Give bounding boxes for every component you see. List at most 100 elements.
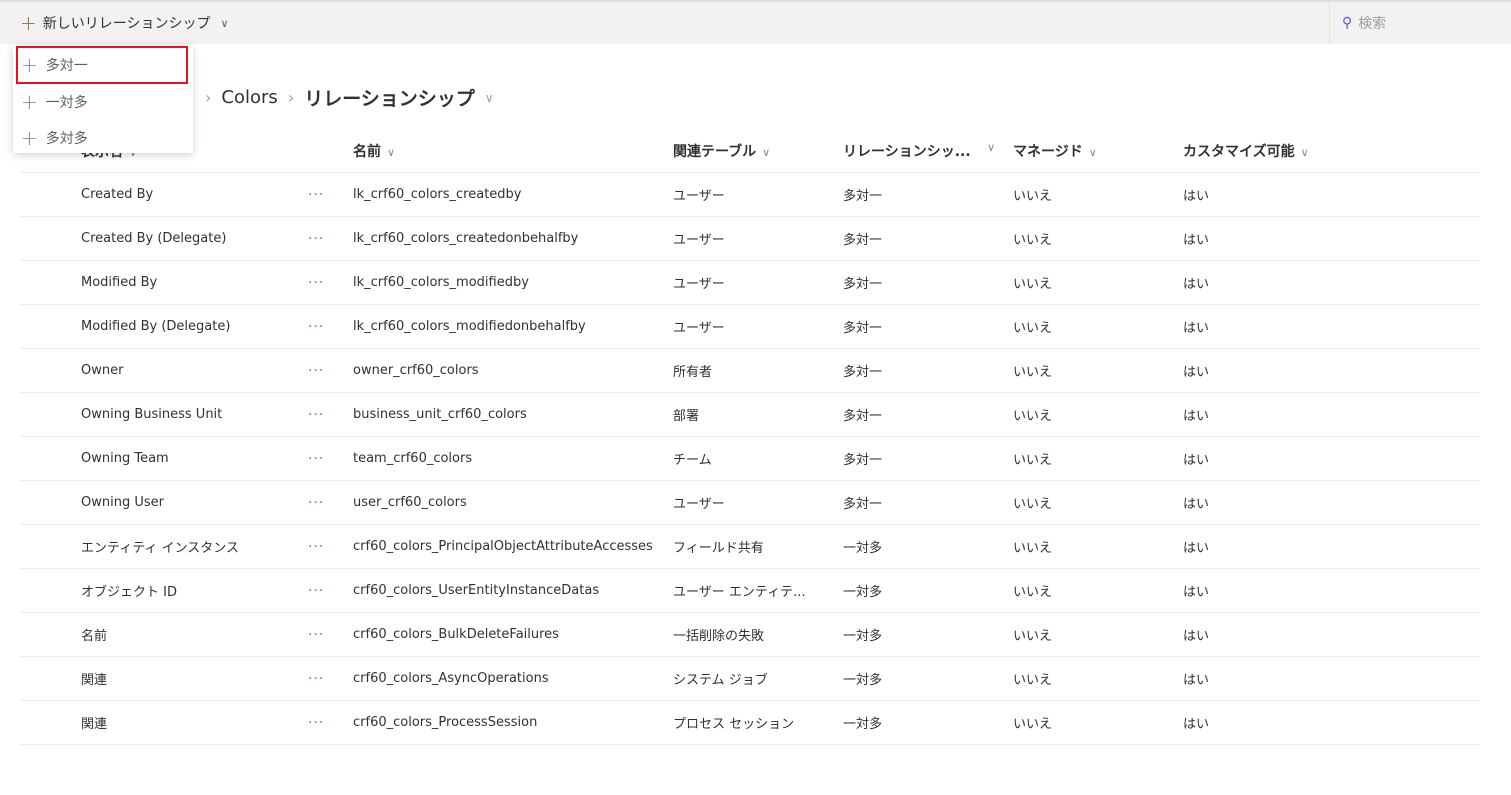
chevron-down-icon: ∨ <box>762 146 771 159</box>
cell-customizable: はい <box>1183 189 1210 204</box>
menu-item-many-to-many[interactable]: + 多対多 <box>13 120 193 156</box>
chevron-down-icon: ∨ <box>1088 146 1097 159</box>
search-box[interactable]: ⚲ 検索 <box>1329 2 1511 44</box>
search-icon: ⚲ <box>1342 15 1353 31</box>
cell-name: lk_crf60_colors_createdonbehalfby <box>353 231 579 246</box>
more-options-icon[interactable]: ··· <box>308 671 324 687</box>
table-header: 表示名∨名前∨関連テーブル∨リレーションシッ...∨マネージド∨カスタマイズ可能… <box>20 130 1480 173</box>
cell-relationship-type: 一対多 <box>843 673 883 688</box>
cell-display-name[interactable]: Owning Team <box>81 451 169 466</box>
cell-managed: いいえ <box>1013 453 1053 468</box>
page-title: リレーションシップ <box>304 88 475 110</box>
more-options-icon[interactable]: ··· <box>308 715 324 731</box>
menu-item-one-to-many[interactable]: + 一対多 <box>13 84 193 120</box>
cell-customizable: はい <box>1183 541 1210 556</box>
table-row[interactable]: エンティティ インスタンス ··· crf60_colors_PrincipalOb… <box>20 525 1480 569</box>
cell-display-name[interactable]: Owning User <box>81 495 164 510</box>
table-row[interactable]: 関連 ··· crf60_colors_AsyncOperations システム ジョ… <box>20 657 1480 701</box>
table-row[interactable]: Owning User ··· user_crf60_colors ユーザー 多対一 いい… <box>20 481 1480 525</box>
cell-display-name[interactable]: Modified By <box>81 275 157 290</box>
cell-customizable: はい <box>1183 233 1210 248</box>
column-header-label: 名前 <box>353 144 381 160</box>
more-options-icon[interactable]: ··· <box>308 363 324 379</box>
cell-customizable: はい <box>1183 673 1210 688</box>
cell-display-name[interactable]: Owner <box>81 363 123 378</box>
cell-customizable: はい <box>1183 453 1210 468</box>
table-row[interactable]: オブジェクト ID ··· crf60_colors_UserEntityInsta… <box>20 569 1480 613</box>
more-options-icon[interactable]: ··· <box>308 583 324 599</box>
cell-display-name[interactable]: エンティティ インスタンス <box>81 537 239 556</box>
cell-related-table: プロセス セッション <box>673 717 795 732</box>
more-options-icon[interactable]: ··· <box>308 627 324 643</box>
table-row[interactable]: Modified By ··· lk_crf60_colors_modifiedby… <box>20 261 1480 305</box>
table-row[interactable]: 名前 ··· crf60_colors_BulkDeleteFailures 一括削除… <box>20 613 1480 657</box>
cell-relationship-type: 一対多 <box>843 585 883 600</box>
more-options-icon[interactable]: ··· <box>308 275 324 291</box>
column-header-label: カスタマイズ可能 <box>1183 144 1295 160</box>
search-input[interactable]: 検索 <box>1358 13 1386 33</box>
more-options-icon[interactable]: ··· <box>308 407 324 423</box>
chevron-down-icon[interactable]: ∨ <box>485 91 494 105</box>
cell-name: crf60_colors_UserEntityInstanceDatas <box>353 583 600 598</box>
cell-related-table: 部署 <box>673 409 700 424</box>
more-options-icon[interactable]: ··· <box>308 451 324 467</box>
cell-display-name[interactable]: 名前 <box>81 625 107 644</box>
cell-name: lk_crf60_colors_modifiedby <box>353 275 529 290</box>
table-row[interactable]: Modified By (Delegate) ··· lk_crf60_colors… <box>20 305 1480 349</box>
cell-display-name[interactable]: Created By <box>81 187 153 202</box>
cell-managed: いいえ <box>1013 409 1053 424</box>
column-header-label: リレーションシッ... <box>843 144 971 160</box>
cell-managed: いいえ <box>1013 541 1053 556</box>
table-row[interactable]: Created By (Delegate) ··· lk_crf60_colors_… <box>20 217 1480 261</box>
cell-customizable: はい <box>1183 585 1210 600</box>
cell-relationship-type: 多対一 <box>843 321 883 336</box>
table-row[interactable]: Owning Team ··· team_crf60_colors チーム 多対一 いいえ… <box>20 437 1480 481</box>
menu-item-label: 多対一 <box>45 58 88 74</box>
column-header-managed[interactable]: マネージド ∨ <box>1013 141 1097 161</box>
cell-managed: いいえ <box>1013 233 1053 248</box>
cell-customizable: はい <box>1183 409 1210 424</box>
cell-customizable: はい <box>1183 277 1210 292</box>
cell-name: crf60_colors_ProcessSession <box>353 715 538 730</box>
cell-relationship-type: 多対一 <box>843 497 883 512</box>
new-relationship-button[interactable]: + 新しいリレーションシップ ∨ <box>20 2 229 44</box>
cell-relationship-type: 一対多 <box>843 629 883 644</box>
cell-display-name[interactable]: Created By (Delegate) <box>81 231 226 246</box>
column-header-relationship-type[interactable]: リレーションシッ... ∨ <box>843 141 1003 161</box>
table-row[interactable]: Created By ··· lk_crf60_colors_createdby ユー… <box>20 173 1480 217</box>
cell-related-table: 所有者 <box>673 365 713 380</box>
table-row[interactable]: 関連 ··· crf60_colors_ProcessSession プロセス セッシ… <box>20 701 1480 745</box>
column-header-related-table[interactable]: 関連テーブル ∨ <box>673 141 770 161</box>
cell-relationship-type: 多対一 <box>843 453 883 468</box>
more-options-icon[interactable]: ··· <box>308 319 324 335</box>
column-header-customizable[interactable]: カスタマイズ可能 ∨ <box>1183 141 1309 161</box>
chevron-right-icon: › <box>205 88 212 107</box>
cell-display-name[interactable]: オブジェクト ID <box>81 581 177 600</box>
more-options-icon[interactable]: ··· <box>308 495 324 511</box>
cell-relationship-type: 多対一 <box>843 189 883 204</box>
cell-managed: いいえ <box>1013 365 1053 380</box>
new-relationship-label: 新しいリレーションシップ <box>42 16 211 32</box>
cell-display-name[interactable]: Modified By (Delegate) <box>81 319 230 334</box>
more-options-icon[interactable]: ··· <box>308 187 324 203</box>
column-header-name[interactable]: 名前 ∨ <box>353 141 395 161</box>
cell-managed: いいえ <box>1013 629 1053 644</box>
cell-display-name[interactable]: 関連 <box>81 713 107 732</box>
cell-relationship-type: 一対多 <box>843 717 883 732</box>
more-options-icon[interactable]: ··· <box>308 231 324 247</box>
table-row[interactable]: Owner ··· owner_crf60_colors 所有者 多対一 いいえ はい <box>20 349 1480 393</box>
cell-display-name[interactable]: 関連 <box>81 669 107 688</box>
cell-managed: いいえ <box>1013 277 1053 292</box>
menu-item-label: 多対多 <box>45 131 88 147</box>
plus-icon: + <box>21 53 38 77</box>
cell-customizable: はい <box>1183 717 1210 732</box>
cell-relationship-type: 多対一 <box>843 409 883 424</box>
cell-name: crf60_colors_AsyncOperations <box>353 671 549 686</box>
cell-related-table: ユーザー <box>673 277 725 292</box>
breadcrumb-colors[interactable]: Colors <box>221 87 277 108</box>
table-row[interactable]: Owning Business Unit ··· business_unit_crf… <box>20 393 1480 437</box>
cell-display-name[interactable]: Owning Business Unit <box>81 407 222 422</box>
menu-item-many-to-one[interactable]: + 多対一 <box>16 46 188 84</box>
cell-related-table: ユーザー <box>673 321 725 336</box>
more-options-icon[interactable]: ··· <box>308 539 324 555</box>
